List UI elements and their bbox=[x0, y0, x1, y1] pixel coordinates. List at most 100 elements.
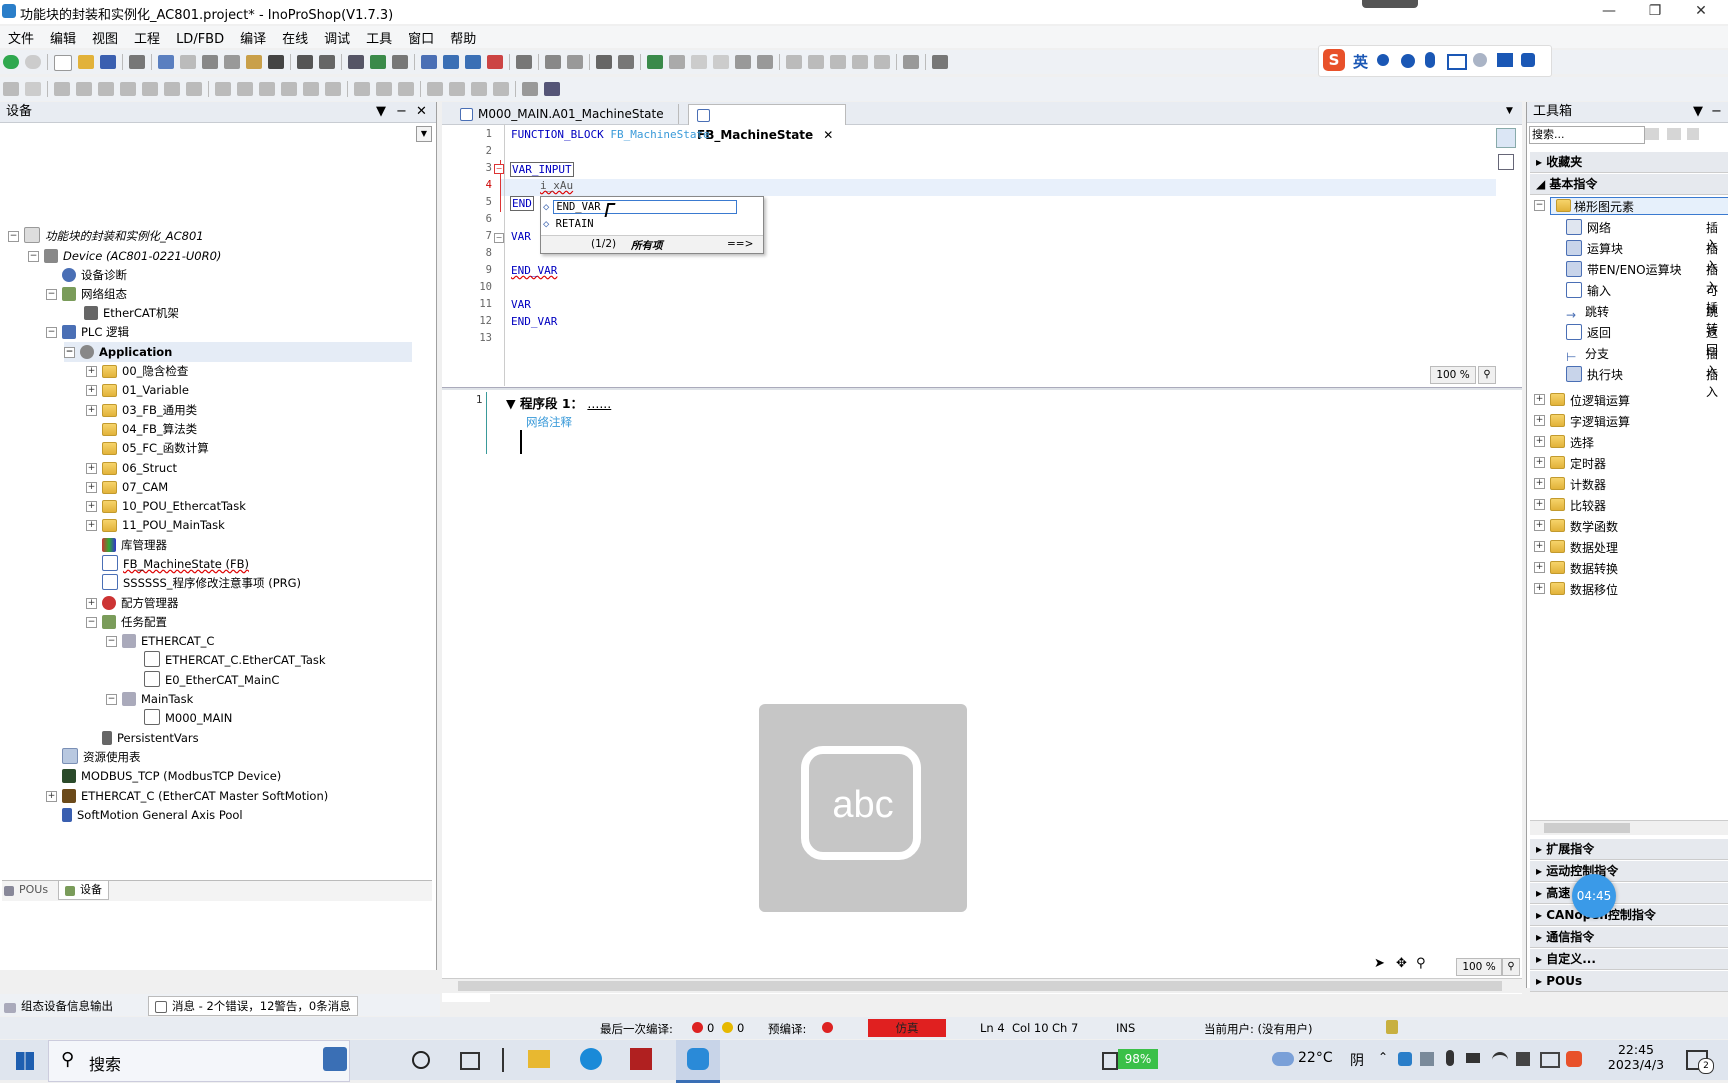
tree-ethercat-c-task[interactable]: − ETHERCAT_C bbox=[106, 631, 214, 651]
search-options-icon[interactable] bbox=[1645, 128, 1659, 140]
toolbox-folder-timer[interactable]: + 定时器 bbox=[1530, 452, 1728, 472]
edge-icon[interactable] bbox=[580, 1048, 602, 1070]
new-icon[interactable] bbox=[54, 55, 72, 71]
category-canopen[interactable]: ▸ CANopen控制指令 bbox=[1530, 905, 1728, 926]
replace-icon[interactable] bbox=[319, 55, 335, 69]
tree-task-config[interactable]: − 任务配置 bbox=[86, 612, 167, 632]
minimize-button[interactable]: — bbox=[1586, 0, 1632, 24]
find-icon[interactable] bbox=[297, 55, 313, 69]
autocomplete-next[interactable]: ==> bbox=[727, 238, 753, 250]
zoom-icon[interactable]: ⚲ bbox=[1478, 366, 1496, 384]
bookmark-icon[interactable] bbox=[421, 55, 437, 69]
toolbox-folder-dataproc[interactable]: + 数据处理 bbox=[1530, 536, 1728, 556]
tab-m000-main[interactable]: M000_MAIN.A01_MachineState bbox=[452, 104, 679, 124]
menu-file[interactable]: 文件 bbox=[0, 26, 42, 49]
tree-folder-01[interactable]: +01_Variable bbox=[86, 380, 189, 400]
ld-view-icon[interactable] bbox=[522, 82, 538, 96]
uncomment-icon[interactable] bbox=[370, 55, 386, 69]
wifi-icon[interactable] bbox=[1492, 1052, 1508, 1069]
ld-coil-icon[interactable] bbox=[25, 82, 41, 96]
power-plug-icon[interactable] bbox=[1102, 1052, 1118, 1070]
close-button[interactable]: ✕ bbox=[1678, 0, 1724, 24]
rename-icon[interactable] bbox=[392, 55, 408, 69]
ld-input-icon[interactable] bbox=[259, 82, 275, 96]
ld-return-icon[interactable] bbox=[186, 82, 202, 96]
tab-list-dropdown-icon[interactable]: ▼ bbox=[1506, 106, 1513, 116]
tree-ethercat-task-call[interactable]: ETHERCAT_C.EtherCAT_Task bbox=[144, 650, 326, 670]
fold-toggle[interactable]: − bbox=[494, 164, 504, 174]
stop-icon[interactable] bbox=[713, 55, 729, 69]
mic-icon[interactable] bbox=[1425, 52, 1435, 68]
menu-view[interactable]: 视图 bbox=[84, 26, 126, 49]
delete-icon[interactable] bbox=[268, 55, 284, 69]
weather-condition[interactable]: 阴 bbox=[1350, 1050, 1364, 1070]
export-icon[interactable] bbox=[567, 55, 583, 69]
comment-icon[interactable] bbox=[348, 55, 364, 69]
redo-icon[interactable] bbox=[180, 55, 196, 69]
toolbox-item-network[interactable]: 网络 插入 bbox=[1566, 219, 1728, 252]
ladder-group[interactable]: − 梯形图元素 bbox=[1530, 195, 1728, 215]
keyboard-icon[interactable] bbox=[1447, 54, 1467, 70]
sogou-tray-icon[interactable] bbox=[1566, 1051, 1582, 1067]
watch-icon[interactable] bbox=[874, 55, 890, 69]
battery-indicator[interactable]: 98% bbox=[1118, 1049, 1158, 1069]
volume-icon[interactable] bbox=[1516, 1052, 1530, 1066]
cut-icon[interactable] bbox=[202, 55, 218, 69]
inoproshop-taskbar-button[interactable] bbox=[676, 1040, 720, 1083]
tree-recipe-manager[interactable]: + 配方管理器 bbox=[86, 593, 179, 613]
menu-help[interactable]: 帮助 bbox=[442, 26, 484, 49]
tree-folder-04[interactable]: 04_FB_算法类 bbox=[86, 419, 197, 439]
toolbox-search-input[interactable]: 搜索... bbox=[1529, 126, 1645, 144]
toolbox-folder-wordlogic[interactable]: + 字逻辑运算 bbox=[1530, 410, 1728, 430]
tree-persistent-vars[interactable]: PersistentVars bbox=[102, 728, 199, 748]
tree-maintask[interactable]: − MainTask bbox=[106, 689, 193, 709]
reset-icon[interactable] bbox=[735, 55, 751, 69]
step-out-icon[interactable] bbox=[830, 55, 846, 69]
device-icon[interactable] bbox=[545, 55, 561, 69]
app-b-icon[interactable] bbox=[630, 1048, 652, 1070]
tree-folder-11[interactable]: +11_POU_MainTask bbox=[86, 515, 225, 535]
ld-contact-icon[interactable] bbox=[3, 82, 19, 96]
autocomplete-item[interactable]: ◇ END_VAR bbox=[543, 200, 757, 216]
weather-temp[interactable]: 22°C bbox=[1298, 1050, 1333, 1066]
menu-project[interactable]: 工程 bbox=[126, 26, 168, 49]
ld-comment-icon[interactable] bbox=[398, 82, 414, 96]
lower-zoom-display[interactable]: 100 % bbox=[1456, 958, 1502, 976]
toolbox-dropdown-icon[interactable]: ▼ bbox=[1693, 102, 1703, 122]
toolbox-folder-shift[interactable]: + 数据移位 bbox=[1530, 578, 1728, 598]
scroll-thumb[interactable] bbox=[1544, 823, 1630, 833]
ld-toggle-icon[interactable] bbox=[427, 82, 443, 96]
toolbox-folder-convert[interactable]: + 数据转换 bbox=[1530, 557, 1728, 577]
zoom-tool-icon[interactable]: ⚲ bbox=[1416, 956, 1434, 974]
tray-app-icon[interactable] bbox=[1398, 1052, 1412, 1066]
tab-fb-machinestate[interactable]: FB_MachineState ✕ bbox=[688, 104, 846, 142]
ld-parallel-icon[interactable] bbox=[54, 82, 70, 96]
step-into-icon[interactable] bbox=[786, 55, 802, 69]
ld-network-below-icon[interactable] bbox=[376, 82, 392, 96]
ime-keyboard-icon[interactable] bbox=[1540, 1052, 1560, 1068]
tab-pous[interactable]: POUs bbox=[4, 883, 48, 896]
simulation-indicator[interactable]: 仿真 bbox=[868, 1019, 946, 1037]
tree-device[interactable]: − Device (AC801-0221-U0R0) bbox=[28, 246, 221, 266]
print-icon[interactable] bbox=[129, 55, 145, 69]
toolbox-folder-counter[interactable]: + 计数器 bbox=[1530, 473, 1728, 493]
download-icon[interactable] bbox=[618, 55, 634, 69]
toolbox-option-icon[interactable] bbox=[1667, 128, 1681, 140]
start-icon[interactable] bbox=[16, 1052, 34, 1070]
breakpoint-icon[interactable] bbox=[852, 55, 868, 69]
microphone-icon[interactable] bbox=[1446, 1050, 1454, 1066]
ld-output-icon[interactable] bbox=[281, 82, 297, 96]
ld-set-icon[interactable] bbox=[120, 82, 136, 96]
toolbox-item-input[interactable]: 输入 可插 bbox=[1566, 282, 1728, 315]
tree-folder-05[interactable]: 05_FC_函数计算 bbox=[86, 438, 209, 458]
ld-assign-icon[interactable] bbox=[493, 82, 509, 96]
capture-handle[interactable] bbox=[1362, 0, 1418, 8]
toolbox-item-box-en[interactable]: 带EN/ENO运算块 插入 bbox=[1566, 261, 1728, 294]
category-custom[interactable]: ▸ 自定义... bbox=[1530, 949, 1728, 970]
toolbox-pin-icon[interactable]: − bbox=[1711, 102, 1722, 122]
tray-expand-icon[interactable]: ⌃ bbox=[1378, 1050, 1388, 1064]
autocomplete-filter[interactable]: 所有项 bbox=[631, 238, 663, 253]
back-icon[interactable] bbox=[3, 55, 19, 69]
category-basic[interactable]: ◢ 基本指令 bbox=[1530, 174, 1728, 195]
ime-lang[interactable]: 英 bbox=[1353, 51, 1368, 72]
